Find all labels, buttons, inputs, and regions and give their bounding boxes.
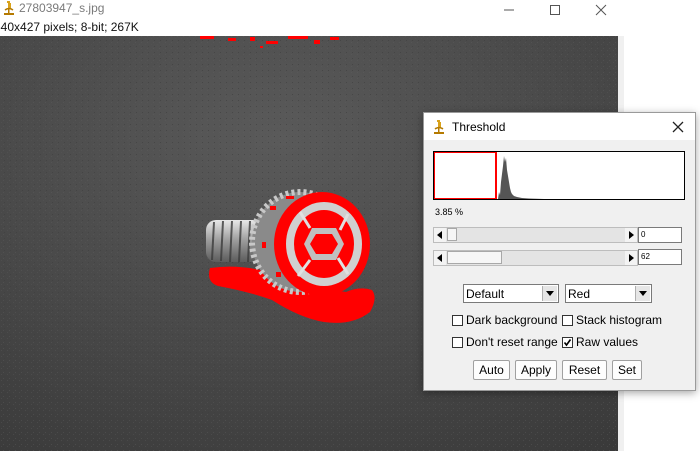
checkmark-icon bbox=[563, 339, 572, 347]
min-threshold-field[interactable]: 0 bbox=[638, 227, 682, 243]
threshold-title: Threshold bbox=[452, 120, 506, 134]
slider-thumb[interactable] bbox=[447, 251, 502, 264]
slider-thumb[interactable] bbox=[447, 228, 457, 241]
image-info-bar: 640x427 pixels; 8-bit; 267K bbox=[0, 19, 624, 36]
minimize-icon bbox=[504, 9, 514, 11]
min-threshold-slider[interactable] bbox=[433, 227, 638, 243]
maximize-button[interactable] bbox=[532, 0, 578, 19]
arrow-right-icon bbox=[629, 254, 634, 262]
dark-background-label: Dark background bbox=[466, 313, 558, 327]
apply-button[interactable]: Apply bbox=[515, 360, 557, 380]
arrow-left-icon bbox=[437, 231, 442, 239]
slider-right-arrow[interactable] bbox=[625, 251, 637, 265]
dont-reset-range-checkbox[interactable] bbox=[452, 337, 463, 348]
image-window-title: 27803947_s.jpg bbox=[19, 1, 105, 15]
reset-button[interactable]: Reset bbox=[562, 360, 607, 380]
stack-histogram-label: Stack histogram bbox=[576, 313, 663, 327]
chevron-down-icon bbox=[639, 291, 647, 296]
max-threshold-field[interactable]: 62 bbox=[638, 249, 682, 265]
display-mode-select[interactable]: Red bbox=[565, 284, 652, 303]
image-window-titlebar[interactable]: 27803947_s.jpg bbox=[0, 0, 624, 19]
arrow-right-icon bbox=[629, 231, 634, 239]
raw-values-label: Raw values bbox=[576, 335, 639, 349]
slider-track[interactable] bbox=[446, 228, 625, 242]
minimize-button[interactable] bbox=[486, 0, 532, 19]
method-select[interactable]: Default bbox=[463, 284, 559, 303]
dark-background-checkbox[interactable] bbox=[452, 315, 463, 326]
imagej-microscope-icon bbox=[2, 0, 16, 16]
max-threshold-slider[interactable] bbox=[433, 250, 638, 266]
threshold-percent: 3.85 % bbox=[435, 207, 464, 217]
auto-button[interactable]: Auto bbox=[473, 360, 510, 380]
display-mode-value: Red bbox=[568, 287, 591, 301]
histogram-plot bbox=[433, 151, 544, 200]
maximize-icon bbox=[550, 5, 560, 15]
raw-values-checkbox[interactable] bbox=[562, 337, 573, 348]
close-icon bbox=[672, 121, 684, 133]
threshold-titlebar[interactable]: Threshold bbox=[424, 113, 695, 140]
arrow-left-icon bbox=[437, 254, 442, 262]
method-select-value: Default bbox=[466, 287, 505, 301]
method-dropdown-button[interactable] bbox=[542, 286, 557, 301]
threshold-histogram bbox=[433, 151, 685, 200]
close-icon bbox=[595, 4, 607, 16]
imagej-microscope-icon bbox=[432, 119, 446, 135]
chevron-down-icon bbox=[546, 291, 554, 296]
threshold-close-button[interactable] bbox=[670, 119, 686, 135]
slider-left-arrow[interactable] bbox=[434, 228, 446, 242]
close-button[interactable] bbox=[578, 0, 624, 19]
image-info-text: 640x427 pixels; 8-bit; 267K bbox=[0, 20, 139, 34]
stack-histogram-checkbox[interactable] bbox=[562, 315, 573, 326]
slider-right-arrow[interactable] bbox=[625, 228, 637, 242]
slider-left-arrow[interactable] bbox=[434, 251, 446, 265]
display-mode-dropdown-button[interactable] bbox=[635, 286, 650, 301]
threshold-dialog: Threshold 3.85 % 0 62 Default Red Dark b… bbox=[423, 112, 696, 391]
dont-reset-range-label: Don't reset range bbox=[466, 335, 558, 349]
set-button[interactable]: Set bbox=[612, 360, 642, 380]
